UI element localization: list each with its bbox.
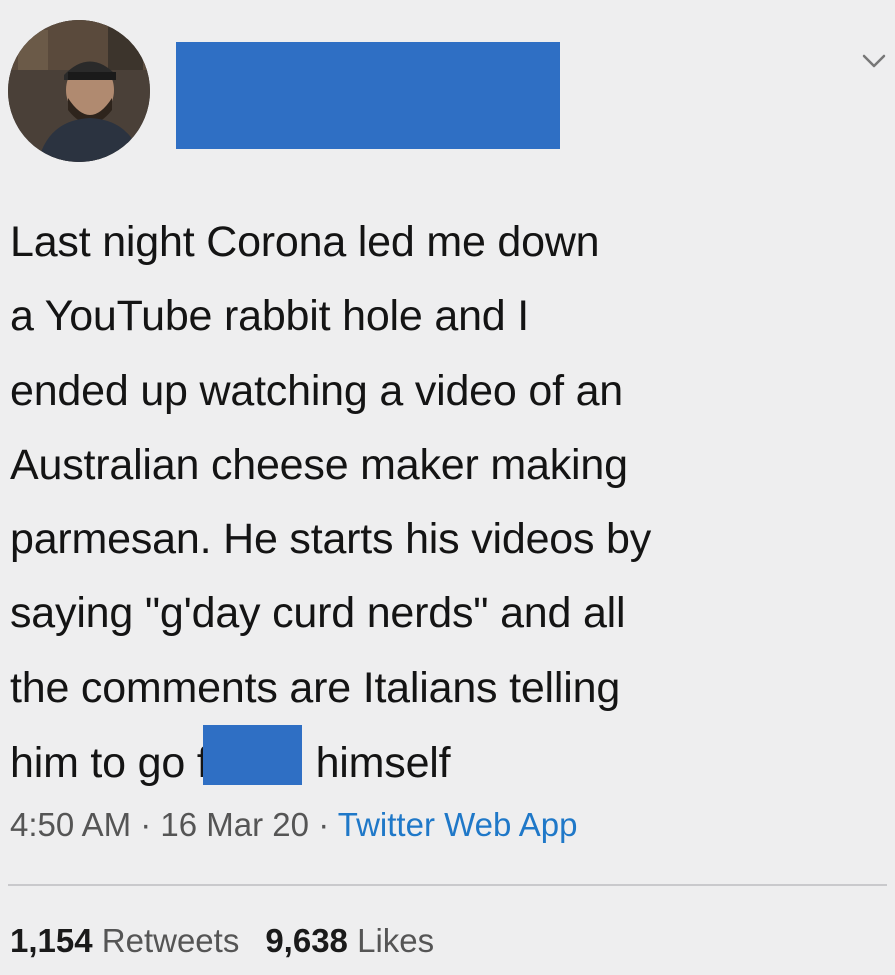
tweet-meta: 4:50 AM · 16 Mar 20 · Twitter Web App	[10, 806, 577, 844]
avatar[interactable]	[8, 20, 150, 162]
tweet-stats: 1,154 Retweets 9,638 Likes	[10, 922, 434, 960]
tweet-date[interactable]: 16 Mar 20	[160, 806, 309, 843]
chevron-down-icon[interactable]	[862, 52, 886, 70]
retweets-count: 1,154	[10, 922, 93, 959]
tweet-text-last-line: him to go f himself	[10, 725, 890, 800]
tweet-text-before-redaction: him to go f	[10, 739, 209, 788]
meta-separator: ·	[140, 806, 152, 843]
retweets-label: Retweets	[101, 922, 240, 959]
redacted-username	[176, 42, 560, 149]
likes-stat[interactable]: 9,638 Likes	[265, 922, 434, 959]
divider	[8, 884, 887, 886]
likes-label: Likes	[357, 922, 435, 959]
tweet-time[interactable]: 4:50 AM	[10, 806, 131, 843]
tweet-text-line: Australian cheese maker making	[10, 440, 628, 489]
tweet-text-line: the comments are Italians telling	[10, 663, 621, 712]
tweet-text-line: ended up watching a video of an	[10, 366, 623, 415]
tweet-card: Last night Corona led me down a YouTube …	[0, 0, 895, 975]
tweet-source-link[interactable]: Twitter Web App	[338, 806, 578, 843]
retweets-stat[interactable]: 1,154 Retweets	[10, 922, 239, 959]
tweet-text: Last night Corona led me down a YouTube …	[10, 205, 890, 800]
tweet-text-after-redaction: himself	[315, 739, 451, 788]
redacted-word	[202, 725, 302, 786]
tweet-text-line: Last night Corona led me down	[10, 218, 600, 266]
tweet-text-line: parmesan. He starts his videos by	[10, 515, 652, 564]
tweet-text-line: saying "g'day curd nerds" and all	[10, 589, 626, 638]
tweet-text-line: a YouTube rabbit hole and I	[10, 292, 529, 341]
likes-count: 9,638	[265, 922, 348, 959]
meta-separator: ·	[318, 806, 330, 843]
